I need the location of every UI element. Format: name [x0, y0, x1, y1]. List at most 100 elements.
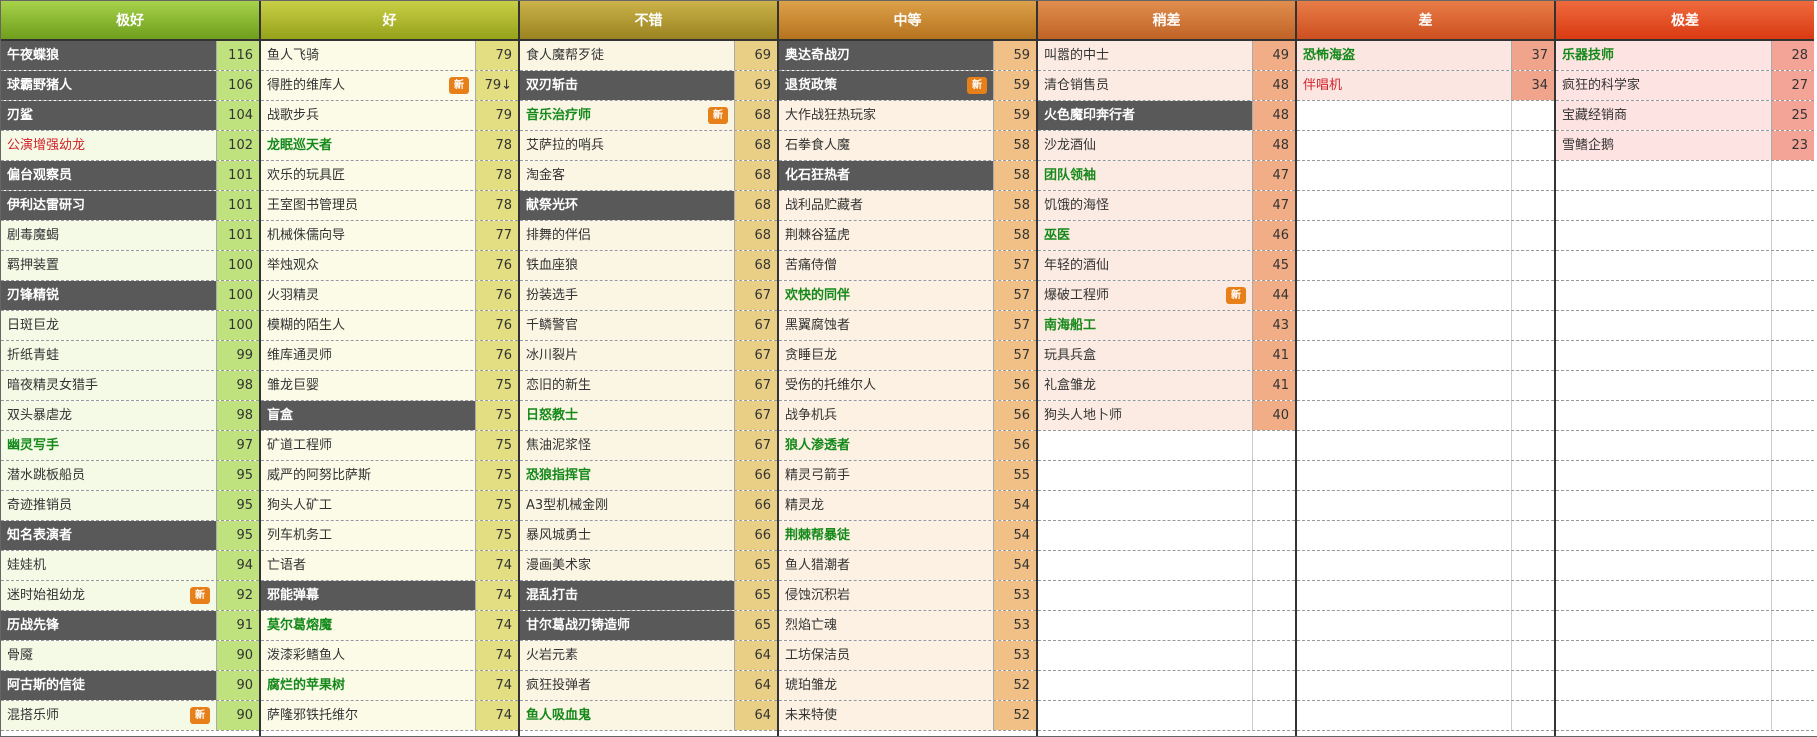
card-row[interactable]: 宝藏经销商 25 — [1556, 101, 1814, 131]
card-row[interactable]: 羁押装置 100 — [1, 251, 259, 281]
card-row[interactable]: 恐怖海盗 37 — [1297, 41, 1554, 71]
card-row[interactable]: 恋旧的新生 67 — [520, 371, 777, 401]
card-row[interactable]: 腐烂的苹果树 74 — [261, 671, 518, 701]
card-row[interactable]: 大作战狂热玩家 59 — [779, 101, 1036, 131]
card-row[interactable]: 贪睡巨龙 57 — [779, 341, 1036, 371]
card-row[interactable]: 疯狂的科学家 27 — [1556, 71, 1814, 101]
card-row[interactable]: 未来特使 52 — [779, 701, 1036, 731]
card-row[interactable]: 球霸野猪人 106 — [1, 71, 259, 101]
card-row[interactable]: 冰川裂片 67 — [520, 341, 777, 371]
card-row[interactable]: 混搭乐师 新 90 — [1, 701, 259, 731]
card-row[interactable]: 日怒教士 67 — [520, 401, 777, 431]
card-row[interactable]: 伊利达雷研习 101 — [1, 191, 259, 221]
card-row[interactable]: 莫尔葛熔魔 74 — [261, 611, 518, 641]
card-row[interactable]: 潜水跳板船员 95 — [1, 461, 259, 491]
card-row[interactable]: 欢乐的玩具匠 78 — [261, 161, 518, 191]
card-row[interactable]: 玩具兵盒 41 — [1038, 341, 1295, 371]
card-row[interactable]: 饥饿的海怪 47 — [1038, 191, 1295, 221]
card-row[interactable]: 奇迹推销员 95 — [1, 491, 259, 521]
card-row[interactable]: 雏龙巨婴 75 — [261, 371, 518, 401]
card-row[interactable]: 恐狼指挥官 66 — [520, 461, 777, 491]
card-row[interactable]: 千鳞警官 67 — [520, 311, 777, 341]
card-row[interactable]: 扮装选手 67 — [520, 281, 777, 311]
card-row[interactable]: 荆棘帮暴徒 54 — [779, 521, 1036, 551]
card-row[interactable]: 维库通灵师 76 — [261, 341, 518, 371]
card-row[interactable]: 迷时始祖幼龙 新 92 — [1, 581, 259, 611]
card-row[interactable]: 双刃斩击 69 — [520, 71, 777, 101]
card-row[interactable]: 团队领袖 47 — [1038, 161, 1295, 191]
card-row[interactable]: 甘尔葛战刃铸造师 65 — [520, 611, 777, 641]
card-row[interactable]: 排舞的伴侣 68 — [520, 221, 777, 251]
card-row[interactable]: 南海船工 43 — [1038, 311, 1295, 341]
card-row[interactable]: 艾萨拉的哨兵 68 — [520, 131, 777, 161]
card-row[interactable]: 亡语者 74 — [261, 551, 518, 581]
card-row[interactable]: 铁血座狼 68 — [520, 251, 777, 281]
card-row[interactable]: 幽灵写手 97 — [1, 431, 259, 461]
card-row[interactable]: 淘金客 68 — [520, 161, 777, 191]
card-row[interactable]: 火岩元素 64 — [520, 641, 777, 671]
card-row[interactable]: 烈焰亡魂 53 — [779, 611, 1036, 641]
card-row[interactable]: 荆棘谷猛虎 58 — [779, 221, 1036, 251]
card-row[interactable]: 奥达奇战刃 59 — [779, 41, 1036, 71]
card-row[interactable]: 列车机务工 75 — [261, 521, 518, 551]
card-row[interactable]: A3型机械金刚 66 — [520, 491, 777, 521]
card-row[interactable]: 机械侏儒向导 77 — [261, 221, 518, 251]
card-row[interactable]: 模糊的陌生人 76 — [261, 311, 518, 341]
card-row[interactable]: 龙眠巡天者 78 — [261, 131, 518, 161]
card-row[interactable]: 乐器技师 28 — [1556, 41, 1814, 71]
card-row[interactable]: 双头暴虐龙 98 — [1, 401, 259, 431]
card-row[interactable]: 骨魇 90 — [1, 641, 259, 671]
card-row[interactable]: 爆破工程师 新 44 — [1038, 281, 1295, 311]
card-row[interactable]: 得胜的维库人 新 79↓ — [261, 71, 518, 101]
card-row[interactable]: 鱼人飞骑 79 — [261, 41, 518, 71]
card-row[interactable]: 精灵弓箭手 55 — [779, 461, 1036, 491]
card-row[interactable]: 狗头人矿工 75 — [261, 491, 518, 521]
card-row[interactable]: 石拳食人魔 58 — [779, 131, 1036, 161]
card-row[interactable]: 刃锋精锐 100 — [1, 281, 259, 311]
card-row[interactable]: 欢快的同伴 57 — [779, 281, 1036, 311]
card-row[interactable]: 刃鲨 104 — [1, 101, 259, 131]
card-row[interactable]: 混乱打击 65 — [520, 581, 777, 611]
card-row[interactable]: 侵蚀沉积岩 53 — [779, 581, 1036, 611]
card-row[interactable]: 举烛观众 76 — [261, 251, 518, 281]
card-row[interactable]: 鱼人吸血鬼 64 — [520, 701, 777, 731]
card-row[interactable]: 王室图书管理员 78 — [261, 191, 518, 221]
card-row[interactable]: 雪鳍企鹅 23 — [1556, 131, 1814, 161]
card-row[interactable]: 历战先锋 91 — [1, 611, 259, 641]
card-row[interactable]: 威严的阿努比萨斯 75 — [261, 461, 518, 491]
card-row[interactable]: 娃娃机 94 — [1, 551, 259, 581]
card-row[interactable]: 焦油泥浆怪 67 — [520, 431, 777, 461]
card-row[interactable]: 阿古斯的信徒 90 — [1, 671, 259, 701]
card-row[interactable]: 献祭光环 68 — [520, 191, 777, 221]
card-row[interactable]: 战利品贮藏者 58 — [779, 191, 1036, 221]
card-row[interactable]: 清仓销售员 48 — [1038, 71, 1295, 101]
card-row[interactable]: 黑翼腐蚀者 57 — [779, 311, 1036, 341]
card-row[interactable]: 知名表演者 95 — [1, 521, 259, 551]
card-row[interactable]: 偏台观察员 101 — [1, 161, 259, 191]
card-row[interactable]: 公演增强幼龙 102 — [1, 131, 259, 161]
card-row[interactable]: 盲盒 75 — [261, 401, 518, 431]
card-row[interactable]: 化石狂热者 58 — [779, 161, 1036, 191]
card-row[interactable]: 叫嚣的中士 49 — [1038, 41, 1295, 71]
card-row[interactable]: 食人魔帮歹徒 69 — [520, 41, 777, 71]
card-row[interactable]: 受伤的托维尔人 56 — [779, 371, 1036, 401]
card-row[interactable]: 鱼人猎潮者 54 — [779, 551, 1036, 581]
card-row[interactable]: 音乐治疗师 新 68 — [520, 101, 777, 131]
card-row[interactable]: 战歌步兵 79 — [261, 101, 518, 131]
card-row[interactable]: 年轻的酒仙 45 — [1038, 251, 1295, 281]
card-row[interactable]: 疯狂投弹者 64 — [520, 671, 777, 701]
card-row[interactable]: 午夜蝶狼 116 — [1, 41, 259, 71]
card-row[interactable]: 退货政策 新 59 — [779, 71, 1036, 101]
card-row[interactable]: 巫医 46 — [1038, 221, 1295, 251]
card-row[interactable]: 工坊保洁员 53 — [779, 641, 1036, 671]
card-row[interactable]: 萨隆邪铁托维尔 74 — [261, 701, 518, 731]
card-row[interactable]: 漫画美术家 65 — [520, 551, 777, 581]
card-row[interactable]: 琥珀雏龙 52 — [779, 671, 1036, 701]
card-row[interactable]: 火羽精灵 76 — [261, 281, 518, 311]
card-row[interactable]: 日斑巨龙 100 — [1, 311, 259, 341]
card-row[interactable]: 伴唱机 34 — [1297, 71, 1554, 101]
card-row[interactable]: 泼漆彩鳍鱼人 74 — [261, 641, 518, 671]
card-row[interactable]: 狗头人地卜师 40 — [1038, 401, 1295, 431]
card-row[interactable]: 暗夜精灵女猎手 98 — [1, 371, 259, 401]
card-row[interactable]: 暴风城勇士 66 — [520, 521, 777, 551]
